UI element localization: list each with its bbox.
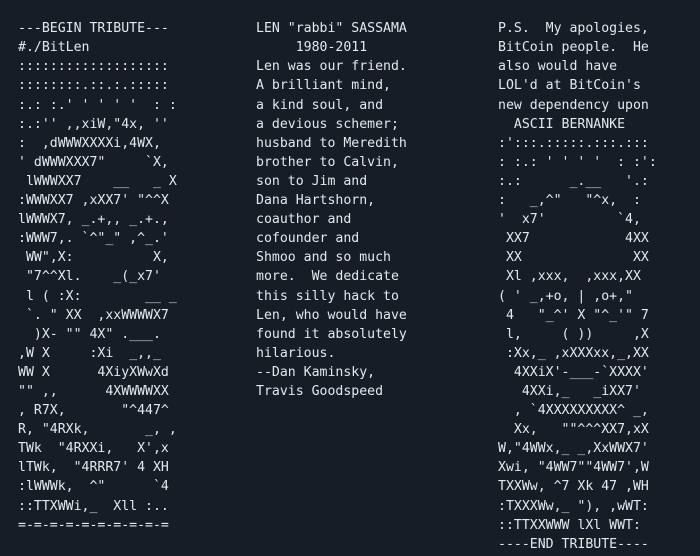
memorial-text-column: LEN "rabbi" SASSAMA 1980-2011 Len was ou… xyxy=(256,21,407,399)
ascii-art-column: ---BEGIN TRIBUTE--- #./BitLen ::::::::::… xyxy=(18,21,177,533)
postscript-bernanke-column: P.S. My apologies, BitCoin people. He al… xyxy=(498,21,657,552)
ascii-tribute-page: ---BEGIN TRIBUTE--- #./BitLen ::::::::::… xyxy=(0,0,700,556)
